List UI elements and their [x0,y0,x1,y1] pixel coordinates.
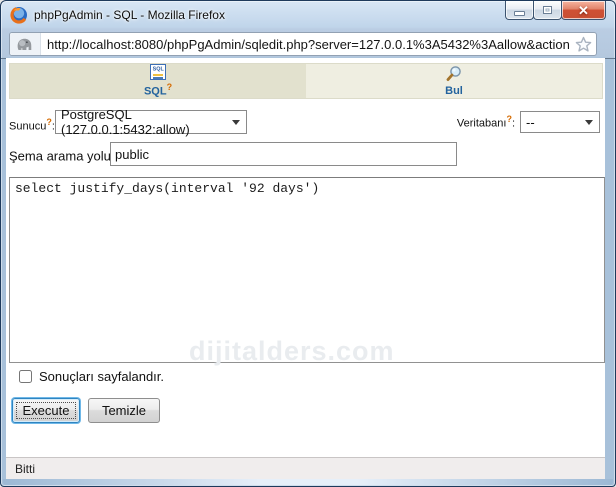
clear-button[interactable]: Temizle [88,398,160,423]
paginate-checkbox[interactable] [19,370,32,383]
window-title: phpPgAdmin - SQL - Mozilla Firefox [34,1,225,29]
postgresql-favicon [16,37,34,52]
database-group: Veritabanı?: -- [457,110,600,134]
bookmark-star-icon [575,36,592,53]
bookmark-star-button[interactable] [570,36,596,53]
window-controls: ✕ [505,1,606,20]
sql-textarea[interactable]: select justify_days(interval '92 days') [9,177,605,363]
tab-sql[interactable]: SQL SQL? [10,64,306,98]
tab-bul[interactable]: Bul [306,64,602,98]
paginate-row: Sonuçları sayfalandır. [19,369,164,384]
firefox-window: phpPgAdmin - SQL - Mozilla Firefox ✕ [0,0,616,487]
sql-help-superscript[interactable]: ? [167,82,173,92]
sql-icon: SQL [150,64,166,80]
close-icon: ✕ [578,2,589,19]
close-button[interactable]: ✕ [561,1,606,20]
schema-label: Şema arama yolu?: [9,147,120,163]
page-content: SQL SQL? Bul Sunucu?: PostgreSQL (127.0.… [6,58,605,479]
minimize-icon [514,11,525,16]
paginate-label: Sonuçları sayfalandır. [39,369,164,384]
tab-bar: SQL SQL? Bul [9,63,603,99]
navigation-bar: http://localhost:8080/phpPgAdmin/sqledit… [1,29,615,59]
firefox-icon [10,6,28,24]
server-select[interactable]: PostgreSQL (127.0.0.1:5432:allow) [55,110,247,134]
maximize-button[interactable] [533,1,562,20]
database-select[interactable]: -- [520,111,600,133]
search-icon [445,65,463,83]
url-text[interactable]: http://localhost:8080/phpPgAdmin/sqledit… [41,37,570,52]
titlebar[interactable]: phpPgAdmin - SQL - Mozilla Firefox ✕ [1,1,615,29]
site-identity-button[interactable] [10,33,41,55]
tab-bul-label: Bul [445,85,463,97]
execute-button[interactable]: Execute [12,398,80,423]
maximize-icon [543,6,552,14]
url-bar[interactable]: http://localhost:8080/phpPgAdmin/sqledit… [9,32,597,56]
database-label: Veritabanı?: [457,114,515,130]
status-bar: Bitti [6,457,605,479]
status-text: Bitti [15,462,35,476]
window-bottom-border [3,479,613,485]
tab-sql-label: SQL? [144,82,172,98]
minimize-button[interactable] [505,1,534,20]
schema-input[interactable] [110,142,457,166]
server-label: Sunucu?: [9,117,55,133]
screenshot-stage: phpPgAdmin - SQL - Mozilla Firefox ✕ [0,0,616,487]
